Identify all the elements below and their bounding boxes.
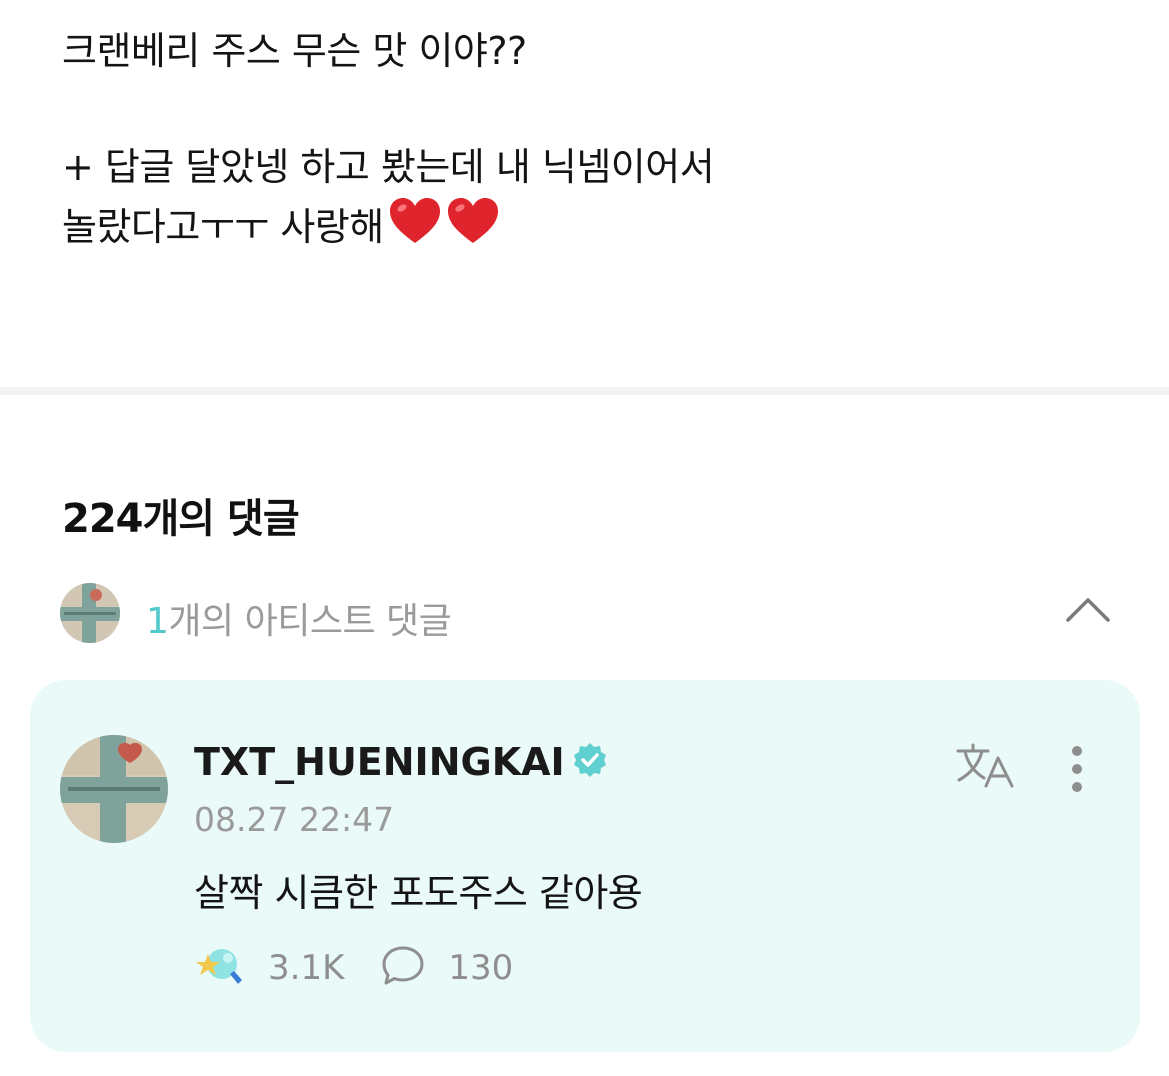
reply-count: 130 (448, 948, 514, 988)
comment-bubble-icon (380, 944, 426, 992)
artist-avatar-small (60, 583, 120, 647)
more-vertical-icon[interactable] (1070, 744, 1084, 798)
comment-actions: 3.1K 130 (194, 942, 513, 994)
comment-author[interactable]: TXT_HUENINGKAI (194, 740, 609, 788)
comment-author-name: TXT_HUENINGKAI (194, 740, 565, 784)
comment-count-heading: 224개의 댓글 (62, 496, 300, 542)
post-line-2: + 답글 달았넹 하고 봤는데 내 닉넴이어서 (62, 145, 715, 189)
heart-emoji-icon (388, 196, 442, 262)
artist-comment-card: TXT_HUENINGKAI 08.27 22:47 살짝 시큼한 포도주스 같… (30, 680, 1140, 1052)
artist-comments-toggle[interactable]: 1개의 아티스트 댓글 (60, 582, 1120, 644)
section-divider (0, 387, 1169, 395)
translate-icon[interactable] (954, 742, 1020, 796)
heart-emoji-icon (446, 196, 500, 262)
artist-comments-count: 1 (146, 601, 169, 642)
artist-avatar[interactable] (60, 735, 168, 847)
post-line-3-text: 놀랐다고ㅜㅜ 사랑해 (62, 205, 384, 249)
comment-timestamp: 08.27 22:47 (194, 800, 395, 839)
artist-comments-text: 개의 아티스트 댓글 (168, 601, 452, 642)
reply-button[interactable]: 130 (380, 944, 513, 992)
post-body: 크랜베리 주스 무슨 맛 이야?? + 답글 달았넹 하고 봤는데 내 닉넴이어… (62, 22, 1122, 254)
artist-comments-label: 1개의 아티스트 댓글 (146, 592, 452, 644)
weverse-like-icon (194, 944, 246, 992)
chevron-up-icon[interactable] (1064, 594, 1112, 628)
post-line-1: 크랜베리 주스 무슨 맛 이야?? (62, 29, 527, 73)
comment-text: 살짝 시큼한 포도주스 같아용 (194, 871, 643, 915)
like-count: 3.1K (268, 948, 345, 988)
post-line-3: 놀랐다고ㅜㅜ 사랑해 (62, 196, 1122, 254)
like-button[interactable]: 3.1K (194, 944, 344, 992)
verified-badge-icon (571, 741, 609, 788)
